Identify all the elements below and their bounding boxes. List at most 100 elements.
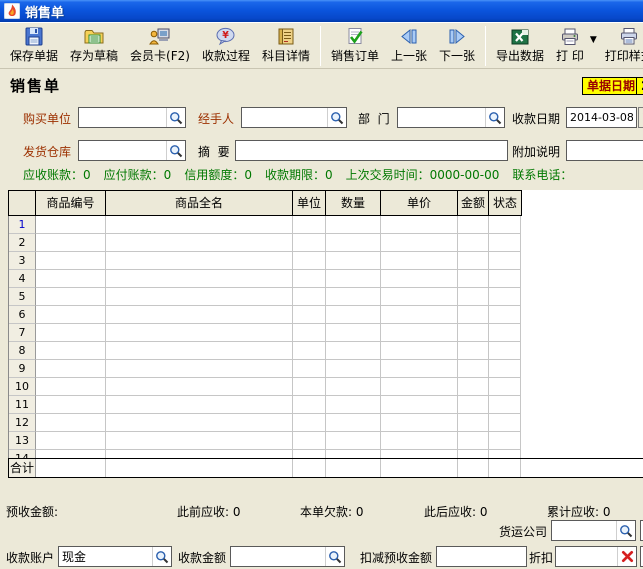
grid-cell[interactable] (489, 270, 521, 288)
grid-cell[interactable] (458, 216, 489, 234)
grid-cell[interactable] (458, 414, 489, 432)
grid-cell[interactable] (489, 378, 521, 396)
grid-cell[interactable] (36, 234, 106, 252)
grid-cell[interactable] (489, 306, 521, 324)
payment-date-input[interactable] (567, 107, 636, 128)
payment-account-lookup-button[interactable] (152, 547, 171, 566)
row-number[interactable]: 2 (9, 234, 36, 252)
payment-account-input[interactable] (59, 546, 152, 567)
row-number[interactable]: 8 (9, 342, 36, 360)
print-dropdown-arrow[interactable]: ▼ (590, 35, 597, 45)
grid-cell[interactable] (293, 414, 326, 432)
toolbar-button-next[interactable]: 下一张 (433, 21, 481, 66)
grid-cell[interactable] (106, 288, 293, 306)
discount-input[interactable] (556, 546, 617, 567)
department-input[interactable] (398, 107, 485, 128)
grid-cell[interactable] (36, 288, 106, 306)
grid-cell[interactable] (293, 378, 326, 396)
grid-cell[interactable] (293, 324, 326, 342)
grid-cell[interactable] (106, 324, 293, 342)
grid-cell[interactable] (458, 432, 489, 450)
grid-cell[interactable] (381, 306, 458, 324)
grid-cell[interactable] (489, 414, 521, 432)
grid-cell[interactable] (381, 234, 458, 252)
toolbar-button-sales-order[interactable]: 销售订单 (325, 21, 385, 66)
toolbar-button-previous[interactable]: 上一张 (385, 21, 433, 66)
grid-cell[interactable] (326, 378, 381, 396)
grid-cell[interactable] (458, 288, 489, 306)
freight-company-input[interactable] (552, 520, 616, 541)
grid-cell[interactable] (326, 396, 381, 414)
grid-cell[interactable] (326, 450, 381, 458)
grid-cell[interactable] (326, 270, 381, 288)
grid-cell[interactable] (381, 216, 458, 234)
grid-cell[interactable] (381, 414, 458, 432)
grid-cell[interactable] (326, 432, 381, 450)
payment-date-dropdown-button[interactable]: ▼ (638, 107, 643, 128)
grid-cell[interactable] (458, 396, 489, 414)
row-number[interactable]: 1 (9, 216, 36, 234)
warehouse-lookup-button[interactable] (166, 141, 185, 160)
grid-cell[interactable] (381, 360, 458, 378)
grid-cell[interactable] (381, 432, 458, 450)
grid-cell[interactable] (293, 288, 326, 306)
grid-cell[interactable] (489, 324, 521, 342)
payment-amount-input[interactable] (231, 546, 325, 567)
toolbar-button-save[interactable]: 保存单据 (4, 21, 64, 66)
grid-cell[interactable] (106, 396, 293, 414)
grid-cell[interactable] (36, 450, 106, 458)
grid-cell[interactable] (458, 378, 489, 396)
grid-cell[interactable] (36, 324, 106, 342)
grid-cell[interactable] (489, 216, 521, 234)
grid-cell[interactable] (381, 396, 458, 414)
grid-cell[interactable] (106, 414, 293, 432)
row-number[interactable]: 11 (9, 396, 36, 414)
grid-cell[interactable] (36, 432, 106, 450)
grid-cell[interactable] (381, 270, 458, 288)
grid-cell[interactable] (381, 252, 458, 270)
grid-cell[interactable] (458, 306, 489, 324)
handler-input[interactable] (242, 107, 327, 128)
grid-cell[interactable] (489, 360, 521, 378)
grid-cell[interactable] (293, 342, 326, 360)
toolbar-button-subject-detail[interactable]: 科目详情 (256, 21, 316, 66)
grid-cell[interactable] (458, 450, 489, 458)
toolbar-button-draft[interactable]: 存为草稿 (64, 21, 124, 66)
toolbar-button-export[interactable]: 导出数据 (490, 21, 550, 66)
grid-cell[interactable] (381, 342, 458, 360)
grid-cell[interactable] (326, 252, 381, 270)
grid-cell[interactable] (381, 288, 458, 306)
row-number[interactable]: 14 (9, 450, 36, 458)
grid-cell[interactable] (293, 306, 326, 324)
grid-cell[interactable] (293, 360, 326, 378)
grid-cell[interactable] (106, 360, 293, 378)
grid-cell[interactable] (458, 360, 489, 378)
grid-cell[interactable] (458, 270, 489, 288)
grid-cell[interactable] (326, 360, 381, 378)
grid-cell[interactable] (326, 288, 381, 306)
row-number[interactable]: 10 (9, 378, 36, 396)
freight-lookup-button[interactable] (616, 521, 635, 540)
grid-cell[interactable] (489, 396, 521, 414)
grid-cell[interactable] (381, 450, 458, 458)
grid-cell[interactable] (326, 216, 381, 234)
grid-cell[interactable] (326, 234, 381, 252)
handler-lookup-button[interactable] (327, 108, 346, 127)
row-number[interactable]: 5 (9, 288, 36, 306)
row-number[interactable]: 9 (9, 360, 36, 378)
grid-cell[interactable] (458, 342, 489, 360)
buyer-lookup-button[interactable] (166, 108, 185, 127)
row-number[interactable]: 6 (9, 306, 36, 324)
toolbar-button-print-style[interactable]: 打印样式 (599, 21, 643, 66)
grid-cell[interactable] (458, 252, 489, 270)
grid-cell[interactable] (293, 252, 326, 270)
grid-cell[interactable] (36, 216, 106, 234)
grid-cell[interactable] (458, 234, 489, 252)
grid-cell[interactable] (381, 378, 458, 396)
grid-cell[interactable] (489, 450, 521, 458)
grid-cell[interactable] (106, 252, 293, 270)
grid-cell[interactable] (489, 288, 521, 306)
grid-cell[interactable] (106, 234, 293, 252)
grid-cell[interactable] (489, 234, 521, 252)
department-lookup-button[interactable] (485, 108, 504, 127)
